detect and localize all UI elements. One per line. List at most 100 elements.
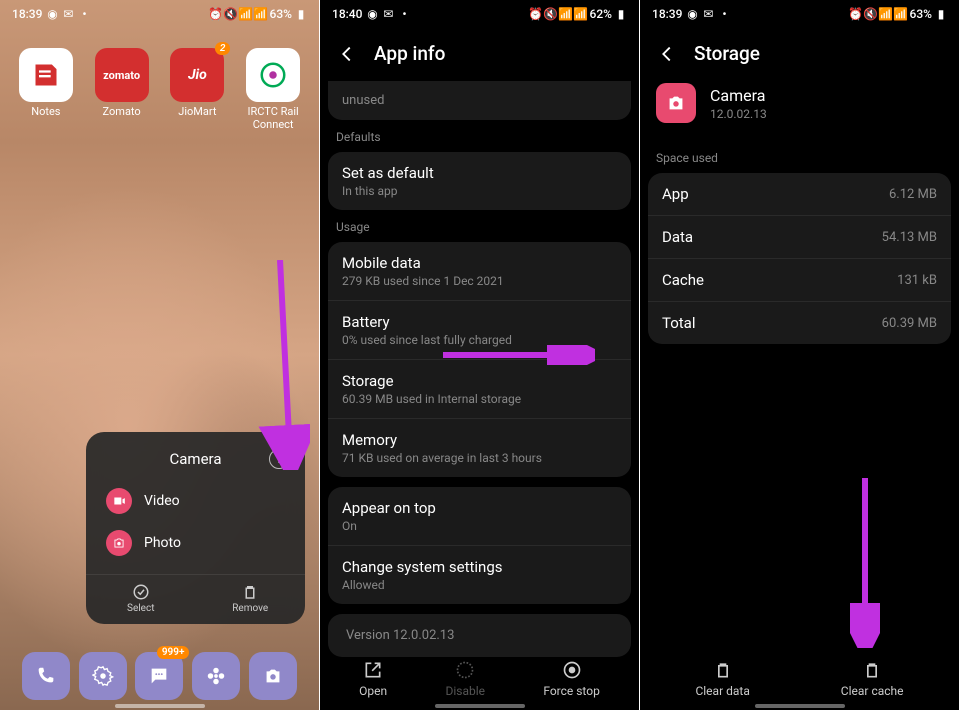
- photo-icon: [106, 530, 132, 556]
- ctx-item-label: Photo: [144, 535, 181, 551]
- header: Storage: [640, 28, 959, 75]
- action-clear-cache[interactable]: Clear cache: [841, 660, 904, 698]
- nav-pill[interactable]: [435, 704, 525, 708]
- app-grid: Notes zomato Zomato Jio2 JioMart IRCTC R…: [0, 28, 319, 151]
- clear-cache-icon: [862, 660, 882, 680]
- notif-icon: ✉: [382, 8, 394, 20]
- clock: 18:39: [652, 7, 682, 21]
- bottom-actions: Clear data Clear cache: [640, 660, 959, 698]
- gmail-icon: ◉: [686, 8, 698, 20]
- status-bar: 18:39 ◉ ✉ • ⏰ 🔇 📶 📶 63% ▮: [0, 0, 319, 28]
- alarm-icon: ⏰: [210, 8, 222, 20]
- disable-icon: [455, 660, 475, 680]
- annotation-arrow: [250, 260, 310, 470]
- more-icon: •: [78, 8, 90, 20]
- ctx-photo[interactable]: Photo: [86, 522, 305, 564]
- wifi-icon: 📶: [560, 8, 572, 20]
- row-storage[interactable]: Storage60.39 MB used in Internal storage: [328, 360, 631, 419]
- app-jiomart[interactable]: Jio2 JioMart: [165, 48, 229, 131]
- signal-icon: 📶: [255, 8, 267, 20]
- app-icon-camera: [656, 83, 696, 123]
- ctx-video[interactable]: Video: [86, 480, 305, 522]
- row-memory[interactable]: Memory71 KB used on average in last 3 ho…: [328, 419, 631, 477]
- dock-gallery[interactable]: [192, 652, 240, 700]
- page-title: Storage: [694, 42, 760, 65]
- nav-pill[interactable]: [115, 704, 205, 708]
- action-force-stop[interactable]: Force stop: [543, 660, 600, 698]
- row-appear-on-top[interactable]: Appear on topOn: [328, 487, 631, 546]
- battery-icon: ▮: [615, 8, 627, 20]
- clock: 18:40: [332, 7, 362, 21]
- battery-icon: ▮: [295, 8, 307, 20]
- back-icon[interactable]: [336, 43, 358, 65]
- wifi-icon: 📶: [880, 8, 892, 20]
- clock: 18:39: [12, 7, 42, 21]
- row-cache: Cache131 kB: [648, 259, 951, 302]
- wifi-icon: 📶: [240, 8, 252, 20]
- bottom-actions: Open Disable Force stop: [320, 660, 639, 698]
- battery-text: 63%: [270, 7, 292, 21]
- signal-icon: 📶: [575, 8, 587, 20]
- app-label: Zomato: [103, 106, 141, 119]
- clear-data-icon: [713, 660, 733, 680]
- panel-home: 18:39 ◉ ✉ • ⏰ 🔇 📶 📶 63% ▮ Notes zomato Z…: [0, 0, 320, 710]
- panel-app-info: 18:40◉✉• ⏰🔇📶📶62%▮ App info unused Defaul…: [320, 0, 640, 710]
- row-total: Total60.39 MB: [648, 302, 951, 344]
- app-label: Notes: [31, 106, 60, 119]
- app-notes[interactable]: Notes: [14, 48, 78, 131]
- row-data: Data54.13 MB: [648, 216, 951, 259]
- alarm-icon: ⏰: [530, 8, 542, 20]
- gear-icon: [92, 665, 114, 687]
- app-label: IRCTC Rail Connect: [241, 106, 305, 131]
- action-open[interactable]: Open: [359, 660, 387, 698]
- row-set-default[interactable]: Set as defaultIn this app: [328, 152, 631, 210]
- ctx-remove[interactable]: Remove: [196, 583, 306, 614]
- row-truncated[interactable]: unused: [328, 81, 631, 120]
- notes-icon: [32, 61, 60, 89]
- app-irctc[interactable]: IRCTC Rail Connect: [241, 48, 305, 131]
- card: Set as defaultIn this app: [328, 152, 631, 210]
- version-text: Version 12.0.02.13: [328, 614, 631, 657]
- messages-icon: [148, 665, 170, 687]
- video-icon: [106, 488, 132, 514]
- header: App info: [320, 28, 639, 75]
- app-label: JioMart: [178, 106, 216, 119]
- more-icon: •: [718, 8, 730, 20]
- row-app: App6.12 MB: [648, 173, 951, 216]
- app-name: Camera: [710, 86, 767, 105]
- nav-pill[interactable]: [755, 704, 845, 708]
- gmail-icon: ◉: [46, 8, 58, 20]
- row-mobile-data[interactable]: Mobile data279 KB used since 1 Dec 2021: [328, 242, 631, 301]
- notif-icon: ✉: [702, 8, 714, 20]
- app-header: Camera 12.0.02.13: [640, 75, 959, 141]
- mute-icon: 🔇: [545, 8, 557, 20]
- status-bar: 18:39◉✉• ⏰🔇📶📶63%▮: [640, 0, 959, 28]
- ctx-actions: Select Remove: [86, 574, 305, 614]
- dock-camera[interactable]: [249, 652, 297, 700]
- dock-messages[interactable]: 999+: [135, 652, 183, 700]
- version-card: Version 12.0.02.13: [328, 614, 631, 657]
- action-disable: Disable: [445, 660, 485, 698]
- app-zomato[interactable]: zomato Zomato: [90, 48, 154, 131]
- mute-icon: 🔇: [225, 8, 237, 20]
- notif-icon: ✉: [62, 8, 74, 20]
- annotation-arrow: [435, 345, 595, 365]
- status-bar: 18:40◉✉• ⏰🔇📶📶62%▮: [320, 0, 639, 28]
- action-clear-data[interactable]: Clear data: [695, 660, 749, 698]
- dock-settings[interactable]: [79, 652, 127, 700]
- trash-icon: [241, 583, 259, 601]
- annotation-arrow: [850, 478, 880, 648]
- row-change-sys[interactable]: Change system settingsAllowed: [328, 546, 631, 604]
- dock: 999+: [0, 652, 319, 700]
- card: Appear on topOn Change system settingsAl…: [328, 487, 631, 604]
- back-icon[interactable]: [656, 43, 678, 65]
- camera-icon: [262, 665, 284, 687]
- battery-icon: ▮: [935, 8, 947, 20]
- dock-phone[interactable]: [22, 652, 70, 700]
- select-icon: [132, 583, 150, 601]
- ctx-select[interactable]: Select: [86, 583, 196, 614]
- storage-card: App6.12 MB Data54.13 MB Cache131 kB Tota…: [648, 173, 951, 344]
- phone-icon: [35, 665, 57, 687]
- app-version: 12.0.02.13: [710, 107, 767, 121]
- section-defaults: Defaults: [320, 120, 639, 152]
